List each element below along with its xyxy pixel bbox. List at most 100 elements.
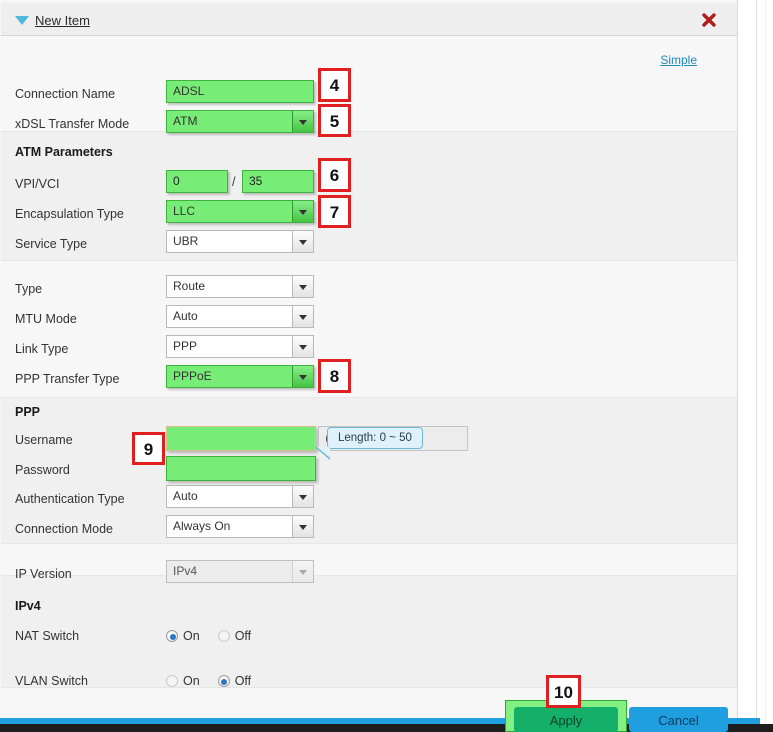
ip-version-label: IP Version [15,567,72,581]
xdsl-transfer-mode-select[interactable]: ATM [166,110,314,133]
triangle-down-icon[interactable] [15,16,29,25]
type-select[interactable]: Route [166,275,314,298]
encapsulation-type-label: Encapsulation Type [15,207,124,221]
service-type-select[interactable]: UBR [166,230,314,253]
connection-mode-value: Always On [173,519,230,533]
nat-switch-off-radio[interactable] [218,630,230,642]
link-type-select[interactable]: PPP [166,335,314,358]
connection-mode-label: Connection Mode [15,522,113,536]
authentication-type-label: Authentication Type [15,492,125,506]
gutter-divider-secondary [765,0,766,732]
ppp-transfer-type-label: PPP Transfer Type [15,372,119,386]
row-encapsulation-type: Encapsulation Type LLC [1,200,737,230]
service-type-label: Service Type [15,237,87,251]
length-tooltip: Length: 0 ~ 50 [327,427,423,449]
encapsulation-type-value: LLC [173,204,195,218]
chevron-down-icon[interactable] [292,366,313,387]
form-body: Simple Connection Name ADSL xDSL Transfe… [1,36,737,718]
ipv4-heading: IPv4 [15,599,41,613]
chevron-down-icon[interactable] [292,201,313,222]
connection-name-input[interactable]: ADSL [166,80,314,103]
password-label: Password [15,463,70,477]
username-input[interactable] [166,426,316,451]
connection-mode-select[interactable]: Always On [166,515,314,538]
mtu-mode-label: MTU Mode [15,312,77,326]
password-input[interactable] [166,456,316,481]
nat-switch-on-label[interactable]: On [183,629,200,643]
row-service-type: Service Type UBR [1,230,737,260]
atm-parameters-heading: ATM Parameters [15,145,113,159]
row-type: Type Route [1,275,737,305]
nat-switch-on-radio[interactable] [166,630,178,642]
vlan-switch-off-label[interactable]: Off [235,674,251,688]
username-label: Username [15,433,73,447]
row-link-type: Link Type PPP [1,335,737,365]
chevron-down-icon [292,561,313,582]
authentication-type-select[interactable]: Auto [166,485,314,508]
row-xdsl-transfer-mode: xDSL Transfer Mode ATM [1,110,737,140]
row-authentication-type: Authentication Type Auto [1,485,737,515]
row-atm-section: ATM Parameters [1,138,737,168]
annotation-badge-7: 7 [318,195,351,228]
vlan-switch-on-label[interactable]: On [183,674,200,688]
apply-button[interactable]: Apply [514,707,618,732]
screenshot-root: New Item Simple Connection Name ADSL [0,0,773,732]
row-vpi-vci: VPI/VCI 0 / 35 [1,170,737,200]
vlan-switch-off-radio[interactable] [218,675,230,687]
vlan-switch-label: VLAN Switch [15,674,88,688]
row-nat-switch: NAT Switch On Off [1,622,737,652]
nat-switch-radio-group: On Off [166,629,269,643]
close-icon[interactable] [701,12,717,28]
row-vlan-switch: VLAN Switch On Off [1,667,737,697]
chevron-down-icon[interactable] [292,486,313,507]
row-password: Password [1,456,737,486]
chevron-down-icon[interactable] [292,336,313,357]
gutter-divider [756,0,757,732]
encapsulation-type-select[interactable]: LLC [166,200,314,223]
nat-switch-label: NAT Switch [15,629,79,643]
chevron-down-icon[interactable] [292,111,313,132]
cancel-button[interactable]: Cancel [629,707,728,732]
ip-version-select: IPv4 [166,560,314,583]
ip-version-value: IPv4 [173,564,197,578]
vpi-vci-label: VPI/VCI [15,177,59,191]
annotation-badge-5: 5 [318,104,351,137]
chevron-down-icon[interactable] [292,516,313,537]
vci-input[interactable]: 35 [242,170,314,193]
chevron-down-icon[interactable] [292,231,313,252]
annotation-badge-10: 10 [546,675,581,708]
row-ipv4-section: IPv4 [1,592,737,622]
link-type-value: PPP [173,339,197,353]
row-connection-mode: Connection Mode Always On [1,515,737,545]
config-panel: New Item Simple Connection Name ADSL [0,0,738,732]
type-value: Route [173,279,205,293]
chevron-down-icon[interactable] [292,276,313,297]
page-title[interactable]: New Item [35,13,90,28]
link-type-label: Link Type [15,342,68,356]
vlan-switch-radio-group: On Off [166,674,269,688]
ppp-transfer-type-value: PPPoE [173,369,212,383]
nat-switch-off-label[interactable]: Off [235,629,251,643]
xdsl-transfer-mode-label: xDSL Transfer Mode [15,117,129,131]
authentication-type-value: Auto [173,489,198,503]
vpi-input[interactable]: 0 [166,170,228,193]
ppp-heading: PPP [15,405,40,419]
annotation-badge-8: 8 [318,359,351,393]
mtu-mode-value: Auto [173,309,198,323]
annotation-badge-9: 9 [132,432,165,465]
row-ip-version: IP Version IPv4 [1,560,737,590]
service-type-value: UBR [173,234,198,248]
simple-view-link[interactable]: Simple [660,53,697,67]
panel-titlebar: New Item [1,3,737,36]
ppp-transfer-type-select[interactable]: PPPoE [166,365,314,388]
mtu-mode-select[interactable]: Auto [166,305,314,328]
connection-name-label: Connection Name [15,87,115,101]
annotation-badge-4: 4 [318,68,351,102]
chevron-down-icon[interactable] [292,306,313,327]
row-connection-name: Connection Name ADSL [1,80,737,110]
row-mtu-mode: MTU Mode Auto [1,305,737,335]
vpi-vci-separator: / [232,175,235,189]
type-label: Type [15,282,42,296]
annotation-badge-6: 6 [318,158,351,192]
vlan-switch-on-radio[interactable] [166,675,178,687]
